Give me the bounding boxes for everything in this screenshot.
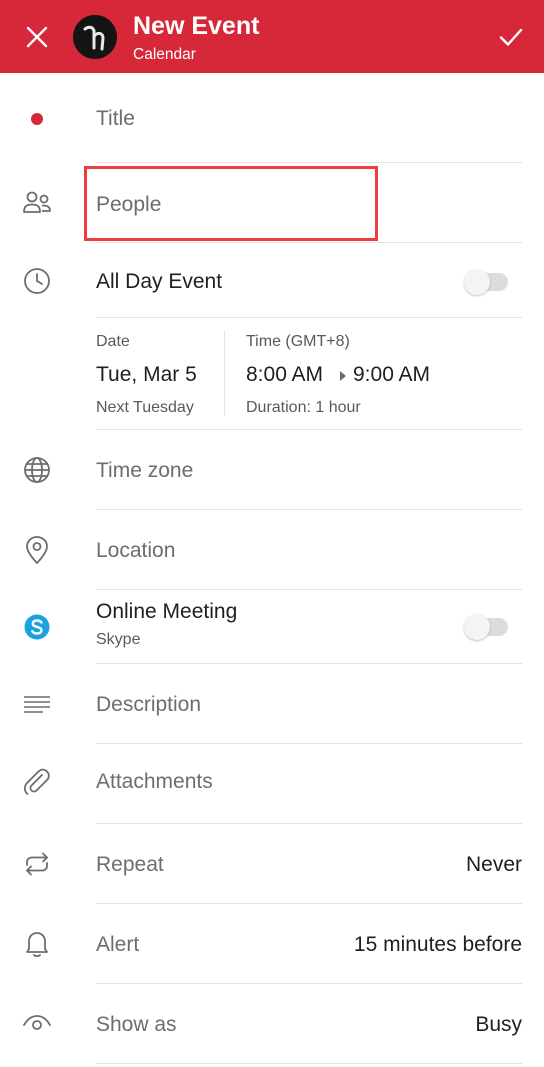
alert-row[interactable]: Alert 15 minutes before [0, 904, 544, 984]
repeat-row[interactable]: Repeat Never [0, 824, 544, 904]
avatar[interactable] [73, 15, 117, 59]
toggle-knob [464, 614, 490, 640]
show-as-label: Show as [96, 1013, 177, 1036]
clock-icon [21, 265, 53, 297]
show-as-value[interactable]: Busy [475, 1012, 522, 1038]
repeat-icon [21, 848, 53, 880]
time-label: Time (GMT+8) [246, 333, 350, 350]
all-day-row[interactable]: All Day Event [0, 243, 544, 318]
page-subtitle: Calendar [133, 46, 196, 63]
time-zone-input[interactable]: Time zone [96, 458, 193, 484]
start-time[interactable]: 8:00 AM [246, 362, 323, 388]
skype-icon [21, 611, 53, 643]
alert-value[interactable]: 15 minutes before [354, 932, 522, 958]
online-meeting-label: Online Meeting [96, 600, 238, 623]
title-row[interactable]: Title [0, 73, 544, 163]
location-row[interactable]: Location [0, 510, 544, 590]
online-meeting-row[interactable]: Online Meeting Skype [0, 590, 544, 664]
time-zone-row[interactable]: Time zone [0, 430, 544, 510]
close-icon[interactable] [22, 22, 52, 52]
eye-icon [21, 1008, 53, 1040]
show-as-row[interactable]: Show as Busy [0, 984, 544, 1064]
online-meeting-provider: Skype [96, 631, 141, 648]
app-bar: New Event Calendar [0, 0, 544, 73]
people-icon [21, 187, 53, 219]
location-pin-icon [21, 534, 53, 566]
text-lines-icon [21, 688, 53, 720]
all-day-label: All Day Event [96, 270, 223, 293]
bell-icon [21, 927, 53, 959]
globe-icon [21, 454, 53, 486]
attachments-row[interactable]: Attachments [0, 744, 544, 824]
toggle-knob [464, 269, 490, 295]
divider [96, 1063, 522, 1064]
all-day-toggle[interactable] [464, 269, 508, 295]
description-input[interactable]: Description [96, 692, 201, 718]
date-hint: Next Tuesday [96, 399, 194, 416]
alert-label: Alert [96, 933, 140, 956]
attachments-input[interactable]: Attachments [96, 769, 213, 795]
divider [96, 317, 522, 318]
people-highlight-box [84, 166, 378, 241]
paperclip-icon [21, 766, 53, 798]
date-label: Date [96, 333, 130, 350]
calendar-color-dot-icon[interactable] [21, 103, 53, 135]
arrow-right-icon [338, 369, 348, 381]
save-check-icon[interactable] [496, 22, 526, 52]
description-row[interactable]: Description [0, 664, 544, 744]
end-time[interactable]: 9:00 AM [353, 362, 430, 388]
page-title: New Event [133, 12, 260, 40]
duration: Duration: 1 hour [246, 399, 361, 416]
date-time-separator [224, 330, 225, 416]
repeat-value[interactable]: Never [466, 852, 522, 878]
date-value[interactable]: Tue, Mar 5 [96, 362, 197, 388]
repeat-label: Repeat [96, 853, 164, 876]
location-input[interactable]: Location [96, 538, 175, 564]
online-meeting-toggle[interactable] [464, 614, 508, 640]
title-input[interactable]: Title [96, 106, 135, 132]
